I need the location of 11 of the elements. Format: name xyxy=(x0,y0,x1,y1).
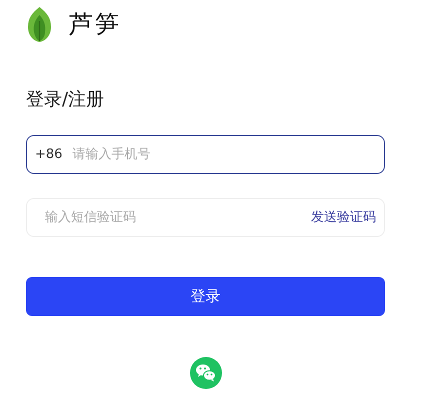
country-code: +86 xyxy=(35,146,62,164)
send-code-link[interactable]: 发送验证码 xyxy=(311,208,376,228)
page-heading: 登录/注册 xyxy=(26,88,106,112)
field-frame[interactable]: +86 请输入手机号 xyxy=(26,135,385,174)
brand-name: 芦笋 xyxy=(69,9,121,40)
phone-number-input[interactable]: 请输入手机号 xyxy=(70,144,376,166)
login-button[interactable]: 登录 xyxy=(26,277,385,316)
sms-code-input[interactable]: 输入短信验证码 xyxy=(43,206,311,228)
field-frame[interactable]: 输入短信验证码 发送验证码 xyxy=(26,198,385,237)
leaf-logo-icon xyxy=(26,6,53,42)
chat-bubbles-icon[interactable] xyxy=(190,357,222,389)
